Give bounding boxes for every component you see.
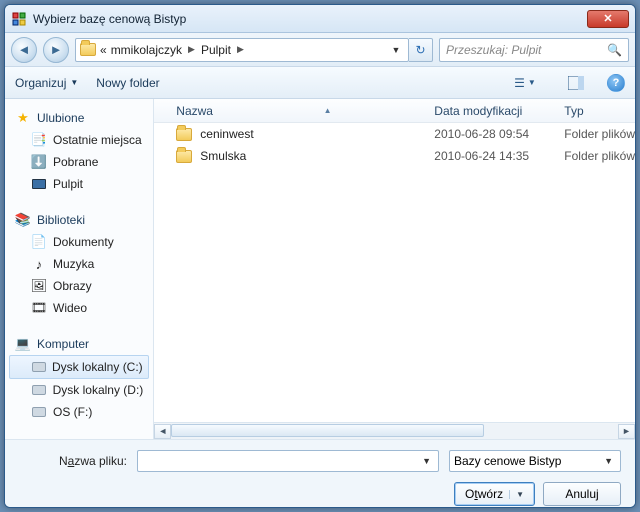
app-icon xyxy=(11,11,27,27)
sidebar-item-drive-d[interactable]: Dysk lokalny (D:) xyxy=(5,379,153,401)
close-button[interactable]: ✕ xyxy=(587,10,629,28)
table-row[interactable]: Smulska 2010-06-24 14:35 Folder plików xyxy=(154,145,635,167)
file-list[interactable]: ceninwest 2010-06-28 09:54 Folder plików… xyxy=(154,123,635,422)
sidebar-group-libraries[interactable]: 📚 Biblioteki xyxy=(5,209,153,231)
folder-icon xyxy=(80,42,96,58)
sidebar-item-recent[interactable]: 📑Ostatnie miejsca xyxy=(5,129,153,151)
sidebar: ★ Ulubione 📑Ostatnie miejsca ⬇️Pobrane P… xyxy=(5,99,154,439)
disk-icon xyxy=(31,382,47,398)
scroll-track[interactable] xyxy=(171,424,618,439)
music-icon: ♪ xyxy=(31,256,47,272)
video-icon: 🎞 xyxy=(31,300,47,316)
computer-icon: 💻 xyxy=(15,336,31,352)
open-button[interactable]: Otwórz ▼ xyxy=(454,482,535,506)
sidebar-item-desktop[interactable]: Pulpit xyxy=(5,173,153,195)
search-input[interactable]: Przeszukaj: Pulpit 🔍 xyxy=(439,38,629,62)
scroll-right-button[interactable]: ► xyxy=(618,424,635,439)
disk-icon xyxy=(32,359,46,375)
crumb[interactable]: mmikolajczyk xyxy=(111,43,182,57)
help-button[interactable]: ? xyxy=(607,74,625,92)
file-list-area: Nazwa▲ Data modyfikacji Typ ceninwest 20… xyxy=(154,99,635,439)
new-folder-button[interactable]: Nowy folder xyxy=(96,76,159,90)
window-title: Wybierz bazę cenową Bistyp xyxy=(33,12,587,26)
forward-button[interactable]: ► xyxy=(43,37,69,63)
search-placeholder: Przeszukaj: Pulpit xyxy=(446,43,541,57)
sidebar-item-pictures[interactable]: 🖼Obrazy xyxy=(5,275,153,297)
organize-menu[interactable]: Organizuj ▼ xyxy=(15,76,78,90)
address-bar[interactable]: « mmikolajczyk ▶ Pulpit ▶ ▼ xyxy=(75,38,409,62)
file-open-dialog: Wybierz bazę cenową Bistyp ✕ ◄ ► « mmiko… xyxy=(4,4,636,508)
scroll-thumb[interactable] xyxy=(171,424,484,437)
column-header-date[interactable]: Data modyfikacji xyxy=(434,104,564,118)
column-header-name[interactable]: Nazwa▲ xyxy=(154,104,434,118)
dialog-footer: Nazwa pliku: ▼ Bazy cenowe Bistyp ▼ Otwó… xyxy=(5,439,635,508)
cancel-button[interactable]: Anuluj xyxy=(543,482,621,506)
toolbar: Organizuj ▼ Nowy folder ☰ ▼ ? xyxy=(5,67,635,99)
chevron-down-icon: ▼ xyxy=(528,78,536,87)
sidebar-item-videos[interactable]: 🎞Wideo xyxy=(5,297,153,319)
open-split-dropdown[interactable]: ▼ xyxy=(509,490,524,499)
desktop-icon xyxy=(31,176,47,192)
sidebar-group-favorites[interactable]: ★ Ulubione xyxy=(5,107,153,129)
file-type-filter[interactable]: Bazy cenowe Bistyp ▼ xyxy=(449,450,621,472)
scroll-left-button[interactable]: ◄ xyxy=(154,424,171,439)
sidebar-item-downloads[interactable]: ⬇️Pobrane xyxy=(5,151,153,173)
table-row[interactable]: ceninwest 2010-06-28 09:54 Folder plików xyxy=(154,123,635,145)
back-button[interactable]: ◄ xyxy=(11,37,37,63)
crumb[interactable]: Pulpit xyxy=(201,43,231,57)
sidebar-item-documents[interactable]: 📄Dokumenty xyxy=(5,231,153,253)
horizontal-scrollbar[interactable]: ◄ ► xyxy=(154,422,635,439)
picture-icon: 🖼 xyxy=(31,278,47,294)
list-icon: ☰ xyxy=(514,76,525,90)
crumb-overflow[interactable]: « xyxy=(100,43,107,57)
chevron-down-icon[interactable]: ▼ xyxy=(601,456,616,466)
dialog-body: ★ Ulubione 📑Ostatnie miejsca ⬇️Pobrane P… xyxy=(5,99,635,439)
sidebar-item-drive-f[interactable]: OS (F:) xyxy=(5,401,153,423)
sidebar-item-drive-c[interactable]: Dysk lokalny (C:) xyxy=(9,355,149,379)
recent-icon: 📑 xyxy=(31,132,47,148)
chevron-right-icon[interactable]: ▶ xyxy=(186,44,197,55)
nav-bar: ◄ ► « mmikolajczyk ▶ Pulpit ▶ ▼ ↻ Przesz… xyxy=(5,33,635,67)
sidebar-resize-handle[interactable] xyxy=(150,99,154,439)
search-icon: 🔍 xyxy=(607,43,622,57)
refresh-button[interactable]: ↻ xyxy=(409,38,433,62)
folder-icon xyxy=(176,150,192,163)
chevron-down-icon: ▼ xyxy=(70,78,78,87)
download-icon: ⬇️ xyxy=(31,154,47,170)
sidebar-item-music[interactable]: ♪Muzyka xyxy=(5,253,153,275)
document-icon: 📄 xyxy=(31,234,47,250)
preview-pane-button[interactable] xyxy=(563,72,589,94)
address-dropdown[interactable]: ▼ xyxy=(388,45,404,55)
sort-ascending-icon: ▲ xyxy=(324,106,332,115)
filename-input[interactable]: ▼ xyxy=(137,450,439,472)
chevron-down-icon[interactable]: ▼ xyxy=(419,456,434,466)
column-headers: Nazwa▲ Data modyfikacji Typ xyxy=(154,99,635,123)
sidebar-group-computer[interactable]: 💻 Komputer xyxy=(5,333,153,355)
disk-icon xyxy=(31,404,47,420)
star-icon: ★ xyxy=(15,110,31,126)
titlebar: Wybierz bazę cenową Bistyp ✕ xyxy=(5,5,635,33)
libraries-icon: 📚 xyxy=(15,212,31,228)
column-header-type[interactable]: Typ xyxy=(564,104,635,118)
chevron-right-icon[interactable]: ▶ xyxy=(235,44,246,55)
view-mode-button[interactable]: ☰ ▼ xyxy=(505,72,545,94)
folder-icon xyxy=(176,128,192,141)
filename-label: Nazwa pliku: xyxy=(19,454,127,468)
